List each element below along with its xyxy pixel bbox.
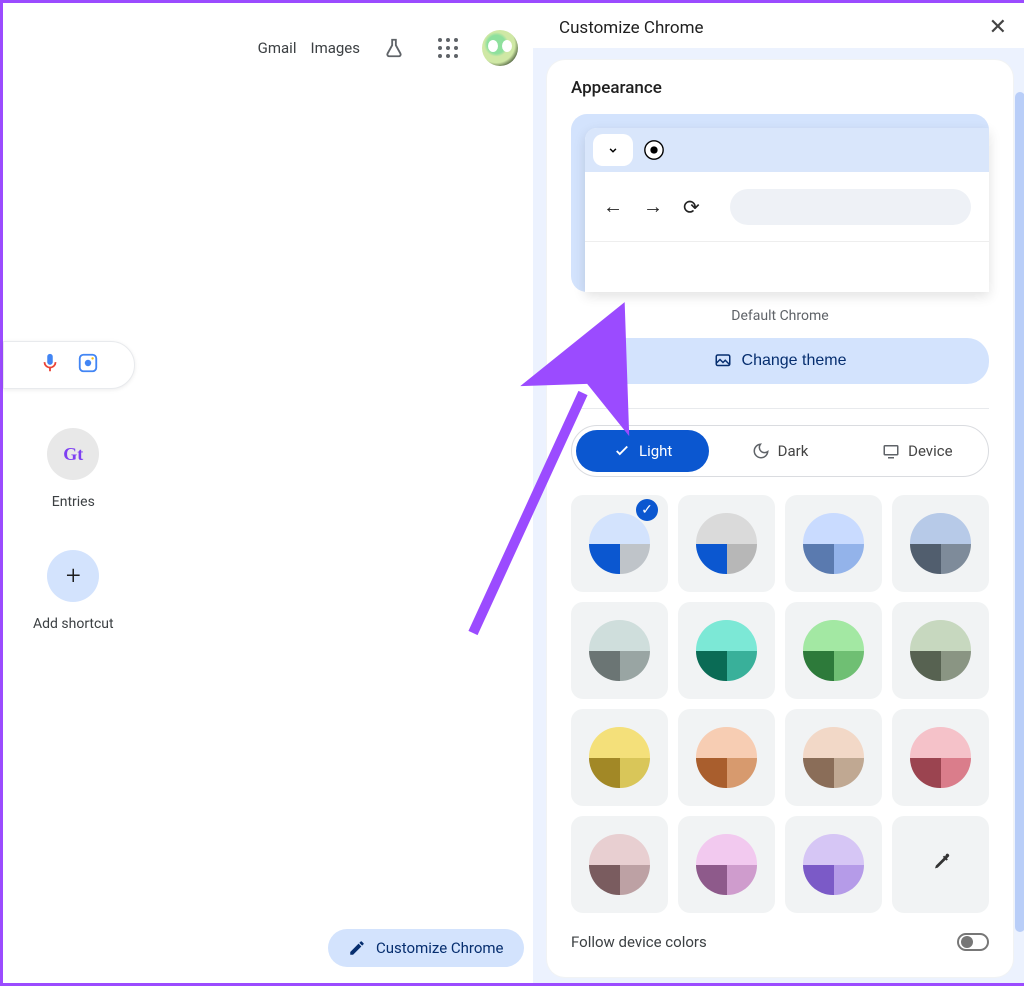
top-nav: Gmail Images	[258, 28, 518, 68]
mode-dark-label: Dark	[778, 442, 809, 460]
color-swatch-11[interactable]	[892, 709, 989, 806]
theme-preview: ← → ⟳	[571, 114, 989, 292]
color-swatch-3[interactable]	[892, 495, 989, 592]
labs-icon[interactable]	[374, 28, 414, 68]
gmail-link[interactable]: Gmail	[258, 39, 297, 57]
check-icon	[613, 442, 631, 460]
shortcut-entries[interactable]: Gt Entries	[33, 428, 114, 510]
color-swatch-5[interactable]	[678, 602, 775, 699]
color-swatch-0[interactable]: ✓	[571, 495, 668, 592]
moon-icon	[752, 442, 770, 460]
profile-avatar[interactable]	[482, 30, 518, 66]
search-box-stub[interactable]	[3, 341, 135, 389]
color-swatch-9[interactable]	[678, 709, 775, 806]
back-icon: ←	[603, 194, 623, 219]
color-swatch-7[interactable]	[892, 602, 989, 699]
color-swatch-8[interactable]	[571, 709, 668, 806]
change-theme-button[interactable]: Change theme	[571, 338, 989, 384]
close-icon[interactable]: ✕	[983, 9, 1013, 46]
color-swatch-2[interactable]	[785, 495, 882, 592]
image-icon	[714, 352, 732, 370]
change-theme-label: Change theme	[742, 352, 847, 370]
color-swatch-14[interactable]	[785, 816, 882, 913]
custom-color-picker[interactable]	[892, 816, 989, 913]
images-link[interactable]: Images	[310, 39, 360, 57]
mode-device[interactable]: Device	[851, 430, 984, 472]
customize-pill-label: Customize Chrome	[376, 939, 504, 957]
check-icon: ✓	[636, 499, 658, 521]
color-swatch-13[interactable]	[678, 816, 775, 913]
voice-search-icon[interactable]	[39, 352, 61, 378]
shortcut-label: Entries	[52, 494, 95, 510]
panel-title: Customize Chrome	[559, 18, 704, 38]
mode-dark[interactable]: Dark	[713, 430, 846, 472]
eyedropper-icon	[930, 851, 952, 879]
plus-icon: +	[47, 550, 99, 602]
mode-light[interactable]: Light	[576, 430, 709, 472]
current-theme-label: Default Chrome	[571, 308, 989, 324]
color-swatch-12[interactable]	[571, 816, 668, 913]
lens-search-icon[interactable]	[77, 352, 99, 378]
panel-scrollbar[interactable]	[1015, 92, 1024, 932]
mode-light-label: Light	[639, 442, 672, 460]
add-shortcut-button[interactable]: + Add shortcut	[33, 550, 114, 632]
color-grid: ✓	[571, 495, 989, 913]
color-mode-toggle: Light Dark Device	[571, 425, 989, 477]
color-swatch-10[interactable]	[785, 709, 882, 806]
appearance-heading: Appearance	[571, 78, 989, 98]
device-icon	[882, 442, 900, 460]
customize-chrome-button[interactable]: Customize Chrome	[328, 929, 524, 967]
chrome-logo-icon	[643, 139, 665, 161]
appearance-card: Appearance ← → ⟳	[547, 60, 1013, 977]
shortcuts-area: Gt Entries + Add shortcut	[33, 428, 114, 632]
apps-grid-icon[interactable]	[428, 28, 468, 68]
forward-icon: →	[643, 194, 663, 219]
color-swatch-4[interactable]	[571, 602, 668, 699]
color-swatch-6[interactable]	[785, 602, 882, 699]
color-swatch-1[interactable]	[678, 495, 775, 592]
reload-icon: ⟳	[683, 195, 700, 219]
follow-device-toggle[interactable]	[957, 933, 989, 951]
gt-logo-icon: Gt	[63, 444, 83, 465]
pencil-icon	[348, 939, 366, 957]
customize-side-panel: Customize Chrome ✕ Appearance ← → ⟳	[533, 3, 1024, 983]
mode-device-label: Device	[908, 442, 952, 460]
shortcut-label: Add shortcut	[33, 616, 114, 632]
omnibox-preview	[730, 189, 971, 225]
chevron-down-icon	[593, 134, 633, 166]
follow-device-label: Follow device colors	[571, 933, 707, 951]
